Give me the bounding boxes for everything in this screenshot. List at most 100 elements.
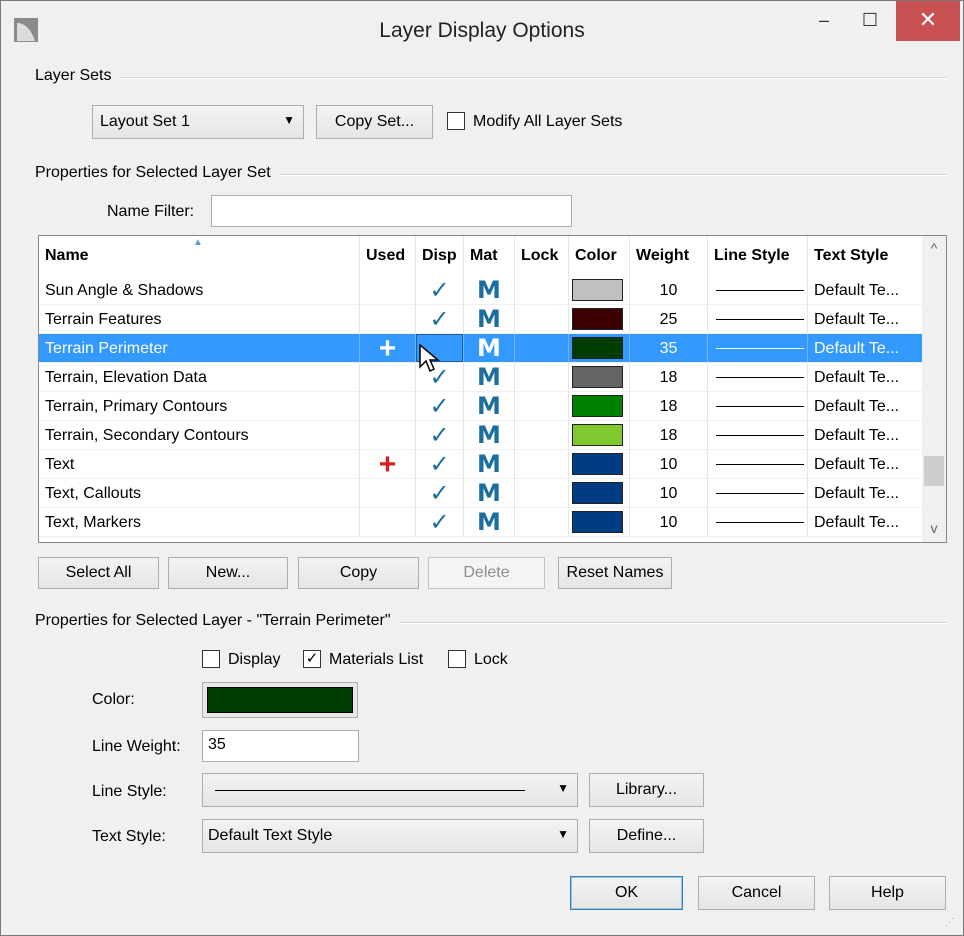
cell-weight[interactable]: 35 [630, 334, 708, 363]
cell-lock[interactable] [515, 276, 569, 305]
cell-lock[interactable] [515, 479, 569, 508]
table-row[interactable]: Text, Markers ✓ M 10 Default Te... [39, 508, 922, 537]
cell-disp[interactable]: ✓ [416, 450, 464, 479]
cell-disp[interactable]: ✓ [416, 421, 464, 450]
cell-name[interactable]: Terrain, Secondary Contours [39, 421, 360, 450]
scroll-thumb[interactable] [924, 456, 944, 486]
col-header-mat[interactable]: Mat [464, 236, 515, 276]
lock-checkbox[interactable] [448, 650, 466, 668]
col-header-color[interactable]: Color [569, 236, 630, 276]
col-header-disp[interactable]: Disp [416, 236, 464, 276]
cell-used[interactable]: + [360, 450, 416, 479]
cell-name[interactable]: Terrain Perimeter [39, 334, 360, 363]
define-button[interactable]: Define... [589, 819, 704, 853]
cancel-button[interactable]: Cancel [698, 876, 815, 910]
table-row[interactable]: Terrain Features ✓ M 25 Default Te... [39, 305, 922, 334]
col-header-used[interactable]: Used [360, 236, 416, 276]
col-header-weight[interactable]: Weight [630, 236, 708, 276]
cell-text-style[interactable]: Default Te... [808, 363, 922, 392]
cell-mat[interactable]: M [464, 421, 515, 450]
cell-line-style[interactable] [708, 450, 808, 479]
cell-name[interactable]: Terrain Features [39, 305, 360, 334]
reset-names-button[interactable]: Reset Names [558, 557, 672, 589]
col-header-line-style[interactable]: Line Style [708, 236, 808, 276]
cell-used[interactable] [360, 305, 416, 334]
select-all-button[interactable]: Select All [38, 557, 159, 589]
cell-color[interactable] [569, 305, 630, 334]
cell-mat[interactable]: M [464, 479, 515, 508]
cell-line-style[interactable] [708, 276, 808, 305]
cell-used[interactable] [360, 363, 416, 392]
cell-text-style[interactable]: Default Te... [808, 392, 922, 421]
cell-lock[interactable] [515, 363, 569, 392]
table-row[interactable]: Terrain, Secondary Contours ✓ M 18 Default T… [39, 421, 922, 450]
cell-lock[interactable] [515, 450, 569, 479]
table-row[interactable]: Terrain, Primary Contours ✓ M 18 Default Te.… [39, 392, 922, 421]
col-header-lock[interactable]: Lock [515, 236, 569, 276]
cell-disp[interactable]: ✓ [416, 276, 464, 305]
cell-mat[interactable]: M [464, 450, 515, 479]
cell-weight[interactable]: 10 [630, 479, 708, 508]
cell-name[interactable]: Text, Callouts [39, 479, 360, 508]
layer-set-dropdown[interactable]: Layout Set 1 ▼ [92, 105, 304, 139]
cell-disp[interactable]: ✓ [416, 479, 464, 508]
cell-color[interactable] [569, 450, 630, 479]
cell-weight[interactable]: 10 [630, 450, 708, 479]
cell-name[interactable]: Text, Markers [39, 508, 360, 537]
cell-text-style[interactable]: Default Te... [808, 450, 922, 479]
copy-set-button[interactable]: Copy Set... [316, 105, 433, 139]
cell-line-style[interactable] [708, 334, 808, 363]
table-scrollbar[interactable]: ^ v [922, 236, 946, 542]
library-button[interactable]: Library... [589, 773, 704, 807]
cell-used[interactable] [360, 421, 416, 450]
cell-line-style[interactable] [708, 392, 808, 421]
col-header-name[interactable]: Name ▲ [39, 236, 360, 276]
cell-color[interactable] [569, 363, 630, 392]
line-weight-input[interactable]: 35 [202, 730, 359, 762]
cell-text-style[interactable]: Default Te... [808, 334, 922, 363]
table-row[interactable]: Text, Callouts ✓ M 10 Default Te... [39, 479, 922, 508]
cell-color[interactable] [569, 276, 630, 305]
cell-name[interactable]: Sun Angle & Shadows [39, 276, 360, 305]
delete-layer-button[interactable]: Delete [428, 557, 545, 589]
cell-weight[interactable]: 18 [630, 392, 708, 421]
cell-disp[interactable]: ✓ [416, 508, 464, 537]
cell-mat[interactable]: M [464, 305, 515, 334]
col-header-text-style[interactable]: Text Style [808, 236, 922, 276]
cell-line-style[interactable] [708, 305, 808, 334]
cell-color[interactable] [569, 334, 630, 363]
cell-name[interactable]: Terrain, Primary Contours [39, 392, 360, 421]
cell-used[interactable] [360, 479, 416, 508]
cell-line-style[interactable] [708, 508, 808, 537]
cell-text-style[interactable]: Default Te... [808, 421, 922, 450]
resize-grip-icon[interactable]: ⋰ [945, 917, 957, 929]
close-button[interactable]: ✕ [896, 1, 960, 41]
cell-weight[interactable]: 25 [630, 305, 708, 334]
copy-layer-button[interactable]: Copy [298, 557, 419, 589]
cell-lock[interactable] [515, 508, 569, 537]
modify-all-checkbox[interactable] [447, 112, 465, 130]
maximize-button[interactable]: ☐ [847, 1, 893, 41]
cell-text-style[interactable]: Default Te... [808, 479, 922, 508]
cell-weight[interactable]: 10 [630, 276, 708, 305]
cell-color[interactable] [569, 479, 630, 508]
cell-used[interactable] [360, 276, 416, 305]
cell-weight[interactable]: 10 [630, 508, 708, 537]
cell-disp[interactable]: ✓ [416, 305, 464, 334]
line-style-dropdown[interactable]: ▼ [202, 773, 578, 807]
cell-name[interactable]: Terrain, Elevation Data [39, 363, 360, 392]
display-checkbox[interactable] [202, 650, 220, 668]
scroll-up-icon[interactable]: ^ [922, 240, 946, 256]
text-style-dropdown[interactable]: Default Text Style ▼ [202, 819, 578, 853]
cell-line-style[interactable] [708, 479, 808, 508]
cell-used[interactable] [360, 508, 416, 537]
color-picker-button[interactable] [202, 682, 358, 718]
cell-mat[interactable]: M [464, 508, 515, 537]
cell-weight[interactable]: 18 [630, 421, 708, 450]
minimize-button[interactable]: – [801, 1, 847, 41]
materials-list-checkbox[interactable]: ✓ [303, 650, 321, 668]
cell-weight[interactable]: 18 [630, 363, 708, 392]
scroll-down-icon[interactable]: v [922, 520, 946, 536]
help-button[interactable]: Help [829, 876, 946, 910]
cell-color[interactable] [569, 421, 630, 450]
